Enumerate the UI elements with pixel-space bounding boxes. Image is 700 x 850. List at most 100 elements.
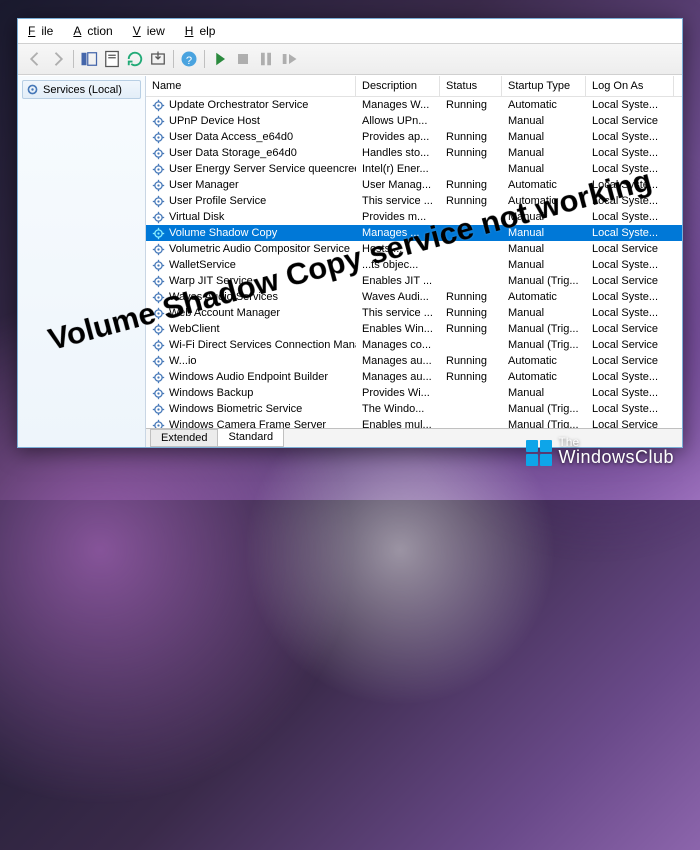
service-name: User Energy Server Service queencreek bbox=[169, 163, 356, 175]
table-row[interactable]: Windows Camera Frame ServerEnables mul..… bbox=[146, 417, 682, 428]
service-startup-type: Manual bbox=[502, 209, 586, 225]
table-row[interactable]: WalletService...ts objec...ManualLocal S… bbox=[146, 257, 682, 273]
column-header-startup-type[interactable]: Startup Type bbox=[502, 76, 586, 96]
table-row[interactable]: UPnP Device HostAllows UPn...ManualLocal… bbox=[146, 113, 682, 129]
service-description: The Windo... bbox=[356, 401, 440, 417]
table-row[interactable]: WebClientEnables Win...RunningManual (Tr… bbox=[146, 321, 682, 337]
table-row[interactable]: Volumetric Audio Compositor ServiceHosts… bbox=[146, 241, 682, 257]
menu-action[interactable]: Action bbox=[67, 22, 124, 40]
service-startup-type: Manual (Trig... bbox=[502, 321, 586, 337]
start-service-button[interactable] bbox=[209, 48, 231, 70]
svg-text:?: ? bbox=[186, 55, 192, 67]
service-startup-type: Manual (Trig... bbox=[502, 417, 586, 428]
service-name: User Manager bbox=[169, 179, 239, 191]
services-list[interactable]: Update Orchestrator ServiceManages W...R… bbox=[146, 97, 682, 428]
service-icon bbox=[152, 307, 165, 320]
service-startup-type: Manual bbox=[502, 161, 586, 177]
forward-button[interactable] bbox=[47, 48, 69, 70]
back-button[interactable] bbox=[24, 48, 46, 70]
service-startup-type: Manual (Trig... bbox=[502, 337, 586, 353]
service-icon bbox=[152, 323, 165, 336]
service-icon bbox=[152, 99, 165, 112]
tab-standard[interactable]: Standard bbox=[217, 429, 284, 447]
service-log-on-as: Local Service bbox=[586, 417, 674, 428]
column-header-description[interactable]: Description bbox=[356, 76, 440, 96]
service-icon bbox=[152, 403, 165, 416]
service-name: Waves Audio Services bbox=[169, 291, 278, 303]
column-header-log-on-as[interactable]: Log On As bbox=[586, 76, 674, 96]
table-row[interactable]: Windows Audio Endpoint BuilderManages au… bbox=[146, 369, 682, 385]
restart-service-button[interactable] bbox=[278, 48, 300, 70]
table-row[interactable]: Windows BackupProvides Wi...ManualLocal … bbox=[146, 385, 682, 401]
service-description: This service ... bbox=[356, 305, 440, 321]
table-row[interactable]: Waves Audio ServicesWaves Audi...Running… bbox=[146, 289, 682, 305]
service-name: Wi-Fi Direct Services Connection Manager… bbox=[169, 339, 356, 351]
properties-button[interactable] bbox=[101, 48, 123, 70]
table-row[interactable]: Web Account ManagerThis service ...Runni… bbox=[146, 305, 682, 321]
service-log-on-as: Local Service bbox=[586, 337, 674, 353]
table-row[interactable]: Wi-Fi Direct Services Connection Manager… bbox=[146, 337, 682, 353]
menu-view[interactable]: View bbox=[127, 22, 177, 40]
sidebar-item-services-local[interactable]: Services (Local) bbox=[22, 80, 141, 99]
table-row[interactable]: User Profile ServiceThis service ...Runn… bbox=[146, 193, 682, 209]
tab-extended[interactable]: Extended bbox=[150, 429, 218, 447]
services-list-pane: Name Description Status Startup Type Log… bbox=[146, 76, 682, 447]
refresh-button[interactable] bbox=[124, 48, 146, 70]
table-row[interactable]: User Energy Server Service queencreekInt… bbox=[146, 161, 682, 177]
service-name: Warp JIT Service bbox=[169, 275, 253, 287]
service-name: User Profile Service bbox=[169, 195, 266, 207]
service-startup-type: Automatic bbox=[502, 353, 586, 369]
service-description: Intel(r) Ener... bbox=[356, 161, 440, 177]
table-row[interactable]: User Data Access_e64d0Provides ap...Runn… bbox=[146, 129, 682, 145]
sidebar-item-label: Services (Local) bbox=[43, 84, 122, 96]
service-startup-type: Manual (Trig... bbox=[502, 273, 586, 289]
table-row[interactable]: Warp JIT Service Enables JIT ... Manual (T… bbox=[146, 273, 682, 289]
table-row[interactable]: User Data Storage_e64d0Handles sto...Run… bbox=[146, 145, 682, 161]
service-log-on-as: Local Syste... bbox=[586, 129, 674, 145]
menu-bar: File Action View Help bbox=[18, 19, 682, 44]
menu-help[interactable]: Help bbox=[179, 22, 228, 40]
table-row[interactable]: Virtual DiskProvides m...ManualLocal Sys… bbox=[146, 209, 682, 225]
menu-file[interactable]: File bbox=[22, 22, 65, 40]
service-name: User Data Access_e64d0 bbox=[169, 131, 293, 143]
table-row[interactable]: W...ioManages au...RunningAutomaticLocal… bbox=[146, 353, 682, 369]
service-name: User Data Storage_e64d0 bbox=[169, 147, 297, 159]
service-log-on-as: Local Service bbox=[586, 241, 674, 257]
service-name: Virtual Disk bbox=[169, 211, 224, 223]
service-icon bbox=[152, 115, 165, 128]
column-header-name[interactable]: Name bbox=[146, 76, 356, 96]
service-description: Waves Audi... bbox=[356, 289, 440, 305]
table-row[interactable]: Windows Biometric ServiceThe Windo...Man… bbox=[146, 401, 682, 417]
service-description: Allows UPn... bbox=[356, 113, 440, 129]
service-description: Provides m... bbox=[356, 209, 440, 225]
service-status bbox=[440, 417, 502, 428]
service-name: Windows Backup bbox=[169, 387, 253, 399]
service-status: Running bbox=[440, 193, 502, 209]
service-name: Windows Audio Endpoint Builder bbox=[169, 371, 328, 383]
help-button[interactable]: ? bbox=[178, 48, 200, 70]
service-description: Enables mul... bbox=[356, 417, 440, 428]
column-headers: Name Description Status Startup Type Log… bbox=[146, 76, 682, 97]
toolbar-separator bbox=[173, 50, 174, 68]
service-description: Enables Win... bbox=[356, 321, 440, 337]
service-name: Web Account Manager bbox=[169, 307, 280, 319]
service-log-on-as: Local Syste... bbox=[586, 193, 674, 209]
column-header-status[interactable]: Status bbox=[440, 76, 502, 96]
service-log-on-as: Local Service bbox=[586, 353, 674, 369]
service-log-on-as: Local Syste... bbox=[586, 369, 674, 385]
service-description: User Manag... bbox=[356, 177, 440, 193]
export-list-button[interactable] bbox=[147, 48, 169, 70]
service-status bbox=[440, 257, 502, 273]
service-log-on-as: Local Syste... bbox=[586, 177, 674, 193]
pause-service-button[interactable] bbox=[255, 48, 277, 70]
stop-service-button[interactable] bbox=[232, 48, 254, 70]
table-row[interactable]: Update Orchestrator ServiceManages W...R… bbox=[146, 97, 682, 113]
service-status bbox=[440, 113, 502, 129]
service-description: Manages co... bbox=[356, 337, 440, 353]
service-description: Enables JIT ... bbox=[356, 273, 440, 289]
show-hide-console-tree-button[interactable] bbox=[78, 48, 100, 70]
table-row[interactable]: User ManagerUser Manag...RunningAutomati… bbox=[146, 177, 682, 193]
service-name: Update Orchestrator Service bbox=[169, 99, 308, 111]
table-row[interactable]: Volume Shadow CopyManages ...ManualLocal… bbox=[146, 225, 682, 241]
service-name: Volumetric Audio Compositor Service bbox=[169, 243, 350, 255]
